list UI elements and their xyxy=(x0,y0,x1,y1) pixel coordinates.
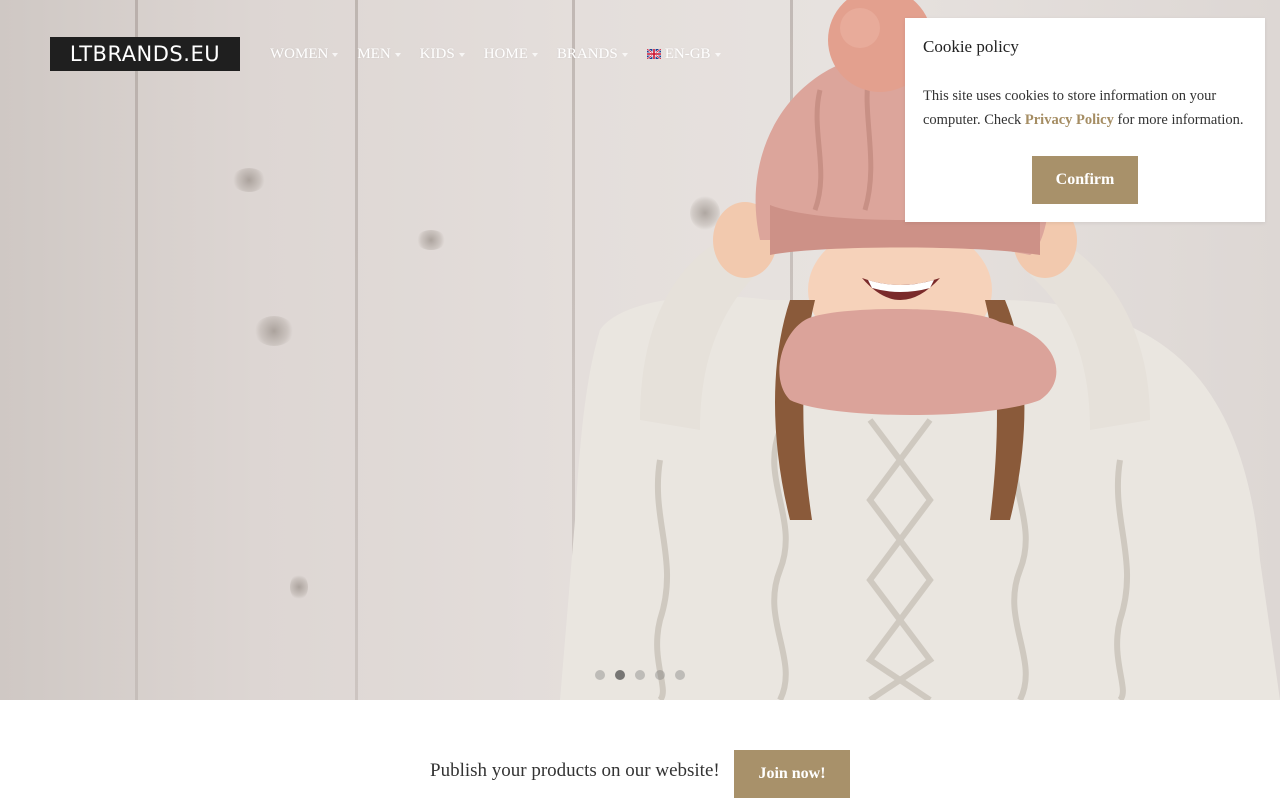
chevron-down-icon xyxy=(332,52,339,57)
chevron-down-icon xyxy=(458,52,465,57)
nav-item-label: KIDS xyxy=(419,45,455,62)
nav-item-label: HOME xyxy=(483,45,528,62)
slider-dot[interactable] xyxy=(595,670,605,680)
nav-item-kids[interactable]: KIDS xyxy=(420,46,465,63)
logo-text: LTBRANDS.EU xyxy=(69,42,221,66)
slider-pagination xyxy=(595,670,685,680)
cookie-message: This site uses cookies to store informat… xyxy=(923,84,1247,132)
nav-item-men[interactable]: MEN xyxy=(357,45,401,63)
language-selector[interactable]: EN-GB xyxy=(646,45,721,63)
nav-item-label: WOMEN xyxy=(270,45,329,62)
cookie-policy-popup: Cookie policy This site uses cookies to … xyxy=(905,18,1265,222)
nav-item-label: BRANDS xyxy=(556,45,618,62)
privacy-policy-link[interactable]: Privacy Policy xyxy=(1025,112,1114,128)
cookie-text-after: for more information. xyxy=(1113,112,1244,128)
nav-item-women[interactable]: WOMEN xyxy=(270,45,339,63)
slider-dot[interactable] xyxy=(655,670,665,680)
chevron-down-icon xyxy=(621,52,628,57)
slider-dot[interactable] xyxy=(635,670,645,680)
language-label: EN-GB xyxy=(664,45,711,62)
chevron-down-icon xyxy=(531,52,538,57)
slider-dot-active[interactable] xyxy=(615,670,625,680)
main-nav: WOMEN MEN KIDS HOME BRANDS EN-GB xyxy=(270,44,740,64)
uk-flag-icon xyxy=(646,49,661,59)
nav-item-label: MEN xyxy=(357,45,391,62)
nav-item-home[interactable]: HOME xyxy=(484,46,538,63)
confirm-button[interactable]: Confirm xyxy=(1032,156,1138,204)
chevron-down-icon xyxy=(714,52,721,57)
chevron-down-icon xyxy=(394,52,401,57)
nav-item-brands[interactable]: BRANDS xyxy=(557,46,628,63)
join-now-button[interactable]: Join now! xyxy=(734,750,850,798)
publish-products-text: Publish your products on our website! xyxy=(430,760,720,781)
slider-dot[interactable] xyxy=(675,670,685,680)
site-logo[interactable]: LTBRANDS.EU xyxy=(50,37,240,71)
cookie-title: Cookie policy xyxy=(923,37,1019,56)
